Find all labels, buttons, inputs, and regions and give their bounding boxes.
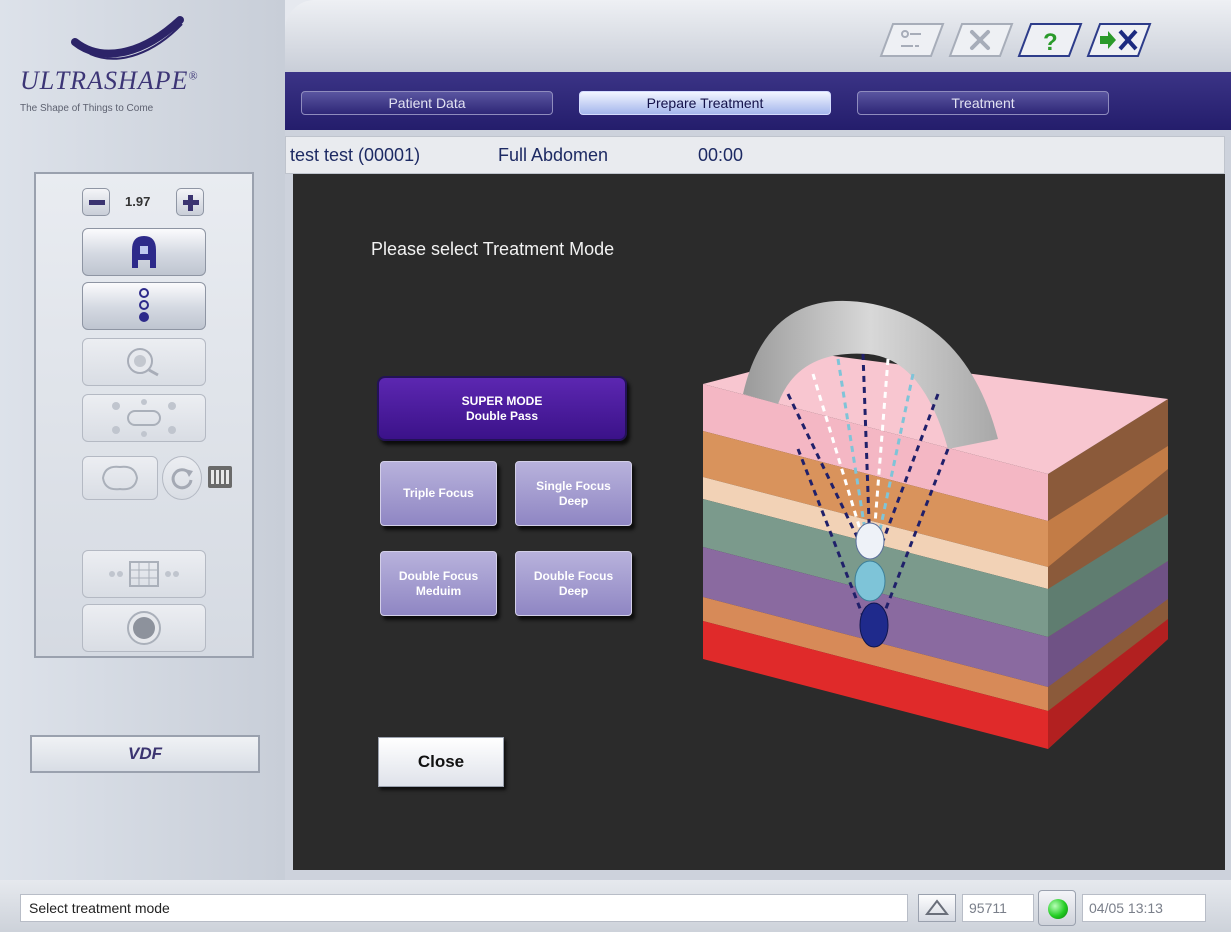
brand-tagline: The Shape of Things to Come: [20, 103, 154, 114]
double-focus-deep-button[interactable]: Double Focus Deep: [515, 551, 632, 616]
datetime-field: 04/05 13:13: [1082, 894, 1206, 922]
triangle-up-icon: [924, 899, 950, 915]
mode-sublabel: Deep: [558, 583, 589, 598]
circle-icon: [127, 611, 161, 645]
nav-bar: Patient Data Prepare Treatment Treatment: [285, 72, 1231, 130]
left-sidebar: ULTRASHAPE® The Shape of Things to Come …: [0, 0, 285, 880]
mode-sublabel: Meduim: [415, 583, 462, 598]
tab-patient-data[interactable]: Patient Data: [301, 91, 553, 115]
body-outline-icon: [101, 465, 139, 491]
zoom-increase-button[interactable]: [176, 188, 204, 216]
focus-points-icon: [139, 288, 149, 322]
tools-button[interactable]: [948, 22, 1014, 58]
transducer-view-button[interactable]: [82, 228, 206, 276]
film-icon[interactable]: [208, 466, 232, 488]
pattern-icon: [112, 399, 176, 437]
mode-sublabel: Deep: [558, 493, 589, 508]
tissue-illustration: [703, 300, 1168, 749]
double-focus-medium-button[interactable]: Double Focus Meduim: [380, 551, 497, 616]
transducer-icon: [132, 236, 156, 268]
treatment-area: Full Abdomen: [498, 145, 609, 165]
pattern-button[interactable]: [82, 394, 206, 442]
single-focus-deep-button[interactable]: Single Focus Deep: [515, 461, 632, 526]
circle-button[interactable]: [82, 604, 206, 652]
super-mode-subtitle: Double Pass: [465, 408, 539, 423]
super-mode-button[interactable]: SUPER MODE Double Pass: [377, 376, 627, 441]
logo-swoosh-icon: [71, 16, 184, 60]
mode-label: Single Focus: [536, 478, 611, 493]
minus-icon: [89, 200, 105, 205]
focal-point-medium: [854, 560, 886, 602]
triple-focus-button[interactable]: Triple Focus: [380, 461, 497, 526]
zoom-decrease-button[interactable]: [82, 188, 110, 216]
patient-name: test test (00001): [290, 145, 421, 165]
magnify-icon: [127, 348, 159, 377]
grid-icon: [109, 561, 179, 587]
mode-label: Double Focus: [533, 568, 614, 583]
focal-point-deep: [859, 602, 889, 648]
rotate-icon: [171, 468, 193, 490]
vdf-indicator: VDF: [30, 735, 260, 773]
rotate-button[interactable]: [162, 456, 202, 500]
focal-point-shallow: [855, 522, 885, 560]
super-mode-title: SUPER MODE: [461, 393, 543, 408]
vdf-label: VDF: [128, 744, 162, 763]
settings-list-button[interactable]: [879, 22, 945, 58]
plus-icon-v: [188, 195, 193, 211]
expand-up-button[interactable]: [918, 894, 956, 922]
elapsed-time: 00:00: [698, 145, 744, 165]
magnify-button[interactable]: [82, 338, 206, 386]
tools-panel: 1.97: [34, 172, 254, 658]
treatment-mode-panel: Please select Treatment Mode SUPER MODE …: [293, 174, 1225, 870]
brand-logo: ULTRASHAPE®: [20, 66, 199, 95]
status-message: Select treatment mode: [20, 894, 908, 922]
patient-info-bar: test test (00001) Full Abdomen 00:00: [285, 136, 1225, 174]
mode-label: Double Focus: [398, 568, 479, 583]
mode-label: Triple Focus: [403, 486, 474, 500]
green-status-led-icon: [1048, 899, 1068, 919]
status-bar: Select treatment mode 95711 04/05 13:13: [0, 880, 1231, 932]
help-icon: ?: [1043, 29, 1058, 56]
grid-button[interactable]: [82, 550, 206, 598]
focus-points-button[interactable]: [82, 282, 206, 330]
help-button[interactable]: ?: [1017, 22, 1083, 58]
tab-treatment[interactable]: Treatment: [857, 91, 1109, 115]
status-led-button[interactable]: [1038, 890, 1076, 926]
zoom-value: 1.97: [125, 194, 151, 209]
close-button[interactable]: Close: [378, 737, 504, 787]
select-prompt: Please select Treatment Mode: [371, 239, 615, 259]
tab-prepare-treatment[interactable]: Prepare Treatment: [579, 91, 831, 115]
exit-button[interactable]: [1086, 22, 1152, 58]
body-outline-button[interactable]: [82, 456, 158, 500]
header-bar: ?: [285, 0, 1231, 72]
counter-field: 95711: [962, 894, 1034, 922]
